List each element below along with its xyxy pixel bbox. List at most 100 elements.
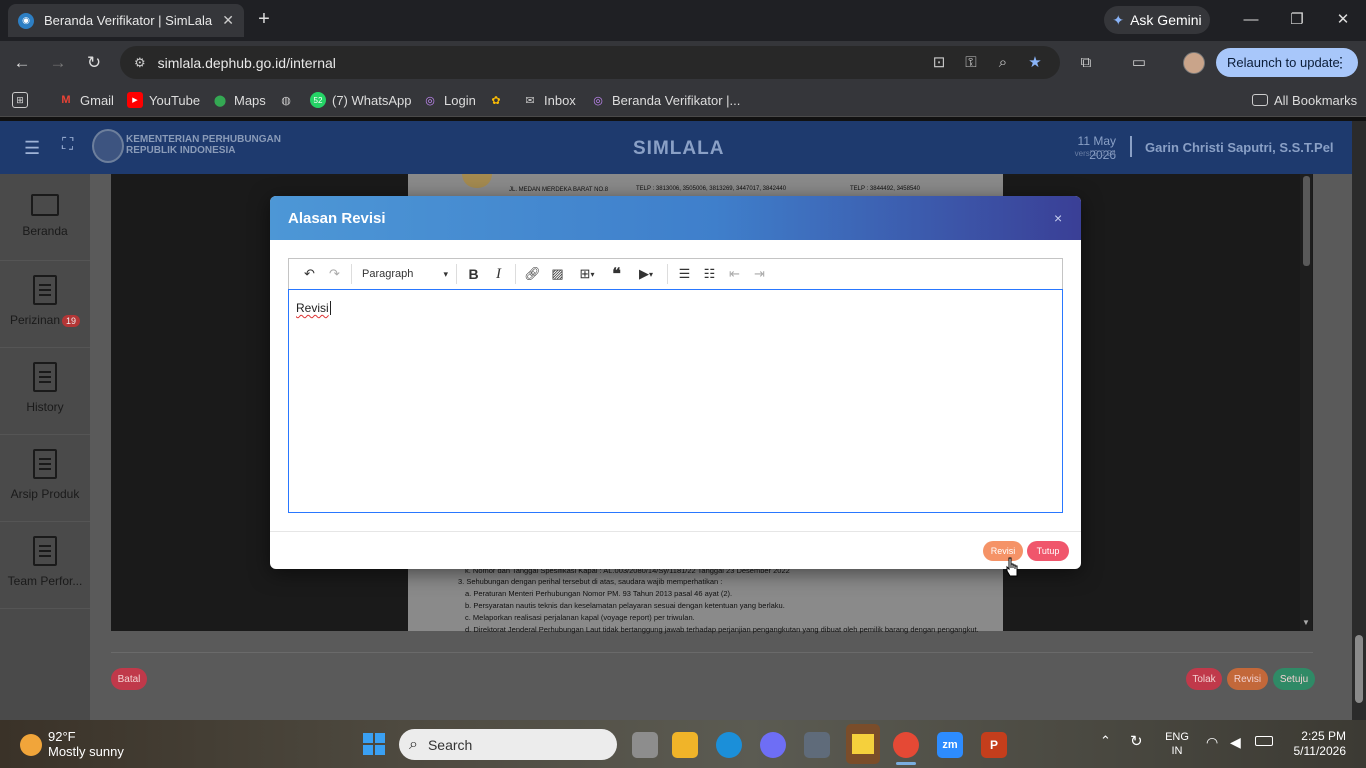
outdent-icon[interactable]: ⇤ xyxy=(722,262,747,287)
insert-image-icon[interactable]: ▨ xyxy=(545,262,570,287)
tray-overflow-icon[interactable]: ⌃ xyxy=(1100,733,1111,749)
content-divider xyxy=(111,652,1313,653)
relaunch-to-update-button[interactable]: Relaunch to update ⋮ xyxy=(1216,48,1358,77)
bulleted-list-icon[interactable]: ☰ xyxy=(672,262,697,287)
modal-close-icon[interactable]: × xyxy=(1054,210,1062,226)
italic-icon[interactable]: I xyxy=(486,262,511,287)
fullscreen-icon[interactable]: ⛶ xyxy=(62,136,73,154)
sidebar-item-perizinan[interactable]: Perizinan 19 xyxy=(0,261,90,348)
bookmark-gmail[interactable]: M Gmail xyxy=(58,91,114,109)
maps-icon: ⬤ xyxy=(213,94,227,107)
scroll-down-icon[interactable]: ▼ xyxy=(1300,618,1312,628)
wifi-icon[interactable]: ◠ xyxy=(1206,734,1218,751)
battery-icon[interactable] xyxy=(1255,736,1273,746)
blockquote-icon[interactable]: ❝ xyxy=(604,262,629,287)
link-icon[interactable]: 🔗︎ xyxy=(520,262,545,287)
taskbar-search[interactable]: ⌕ Search xyxy=(399,729,617,760)
zoom-app-icon[interactable]: zm xyxy=(937,732,963,758)
globe-icon: ◍ xyxy=(281,94,291,107)
task-view-icon[interactable] xyxy=(632,732,658,758)
sunny-weather-icon[interactable] xyxy=(20,734,42,756)
volume-icon[interactable]: ◀︎ xyxy=(1230,734,1241,751)
text-caret xyxy=(329,301,331,315)
address-bar[interactable]: ⚙ simlala.dephub.go.id/internal xyxy=(120,46,1060,79)
window-close-icon[interactable]: ✕ xyxy=(1330,8,1356,32)
sidebar-item-arsip-produk[interactable]: Arsip Produk xyxy=(0,435,90,522)
windows-start-icon[interactable] xyxy=(362,732,386,756)
camera-icon[interactable] xyxy=(804,732,830,758)
rich-text-editor[interactable]: Revisi xyxy=(288,289,1063,513)
forward-icon[interactable]: → xyxy=(46,52,70,74)
revisi-button[interactable]: Revisi xyxy=(1227,668,1268,690)
bookmark-photos[interactable]: ✿ xyxy=(488,91,504,109)
page-scrollbar[interactable] xyxy=(1352,121,1366,720)
language-indicator[interactable]: ENG IN xyxy=(1162,730,1192,758)
document-icon xyxy=(33,536,57,566)
file-explorer-icon[interactable] xyxy=(672,732,698,758)
bookmark-inbox[interactable]: ✉ Inbox xyxy=(522,91,575,109)
new-tab-icon[interactable]: + xyxy=(254,8,274,30)
sidebar-item-team-performance[interactable]: Team Perfor... xyxy=(0,522,90,609)
install-app-icon[interactable]: ⊡ xyxy=(928,53,950,73)
password-key-icon[interactable]: ⚿ xyxy=(960,53,982,73)
relaunch-label: Relaunch to update xyxy=(1227,55,1340,70)
insert-media-icon[interactable]: ▶ ▾ xyxy=(629,262,663,287)
doc-header-telp1: TELP : 3813006, 3505006, 3813269, 344701… xyxy=(636,186,787,192)
minimize-icon[interactable]: — xyxy=(1238,8,1264,32)
mail-icon: ✉ xyxy=(525,94,535,107)
all-bookmarks[interactable]: All Bookmarks xyxy=(1252,91,1357,109)
pdf-scrollbar-thumb[interactable] xyxy=(1303,176,1310,266)
tolak-button[interactable]: Tolak xyxy=(1186,668,1222,690)
setuju-button[interactable]: Setuju xyxy=(1273,668,1315,690)
document-icon xyxy=(33,275,57,305)
toolbar-separator xyxy=(456,264,457,284)
profile-avatar[interactable] xyxy=(1183,52,1205,74)
menu-kebab-icon[interactable]: ⋮ xyxy=(1334,54,1348,71)
extensions-icon[interactable]: ⧉ xyxy=(1075,53,1097,73)
ministry-logo xyxy=(92,129,124,163)
apps-grid-icon[interactable]: ⊞ xyxy=(12,91,28,109)
undo-icon[interactable]: ↶ xyxy=(297,262,322,287)
edge-icon[interactable] xyxy=(716,732,742,758)
doc-line: b. Persyaratan nautis teknis dan keselam… xyxy=(465,601,785,610)
user-name[interactable]: Garin Christi Saputri, S.S.T.Pel xyxy=(1145,140,1334,155)
page-scrollbar-thumb[interactable] xyxy=(1355,635,1363,703)
taskbar-clock[interactable]: 2:25 PM 5/11/2026 xyxy=(1284,729,1347,759)
monitor-icon xyxy=(31,194,59,216)
weather-widget[interactable]: 92°F Mostly sunny xyxy=(48,729,124,759)
sidebar-item-beranda[interactable]: Beranda xyxy=(0,174,90,261)
editor-content: Revisi xyxy=(296,301,329,315)
bookmark-globe[interactable]: ◍ xyxy=(278,91,294,109)
hamburger-menu-icon[interactable]: ☰ xyxy=(24,138,40,159)
reload-icon[interactable]: ↻ xyxy=(82,52,106,74)
browser-tab[interactable]: ◉ Beranda Verifikator | SimLala ✕ xyxy=(8,4,244,37)
paragraph-select[interactable]: Paragraph ▾ xyxy=(356,262,452,287)
indent-icon[interactable]: ⇥ xyxy=(747,262,772,287)
zoom-icon[interactable]: ⌕ xyxy=(992,53,1014,73)
chrome-icon[interactable] xyxy=(893,732,919,758)
bookmark-star-icon[interactable]: ★ xyxy=(1024,53,1046,73)
batal-button[interactable]: Batal xyxy=(111,668,147,690)
back-icon[interactable]: ← xyxy=(10,52,34,74)
tab-close-icon[interactable]: ✕ xyxy=(222,12,234,29)
sidebar-item-history[interactable]: History xyxy=(0,348,90,435)
modal-tutup-button[interactable]: Tutup xyxy=(1027,541,1069,561)
powerpoint-icon[interactable]: P xyxy=(981,732,1007,758)
copilot-icon[interactable] xyxy=(760,732,786,758)
ask-gemini-button[interactable]: ✦ Ask Gemini xyxy=(1104,6,1210,34)
bold-icon[interactable]: B xyxy=(461,262,486,287)
bookmark-login[interactable]: ◎ Login xyxy=(422,91,476,109)
site-info-icon[interactable]: ⚙ xyxy=(134,55,146,71)
sync-icon[interactable]: ↻ xyxy=(1130,732,1143,750)
bookmark-beranda-verifikator[interactable]: ◎ Beranda Verifikator |... xyxy=(590,91,740,109)
numbered-list-icon[interactable]: ☷ xyxy=(697,262,722,287)
bookmark-whatsapp[interactable]: 52 (7) WhatsApp xyxy=(310,91,411,109)
bookmark-maps[interactable]: ⬤ Maps xyxy=(212,91,266,109)
insert-table-icon[interactable]: ⊞ ▾ xyxy=(570,262,604,287)
cast-icon[interactable]: ▭ xyxy=(1128,53,1150,73)
restore-icon[interactable]: ❐ xyxy=(1284,8,1310,32)
bookmark-youtube[interactable]: ▶ YouTube xyxy=(127,91,200,109)
redo-icon[interactable]: ↷ xyxy=(322,262,347,287)
doc-line: c. Melaporkan realisasi perjalanan kapal… xyxy=(465,613,695,622)
doc-header-telp2: TELP : 3844492, 3458540 xyxy=(850,186,920,192)
